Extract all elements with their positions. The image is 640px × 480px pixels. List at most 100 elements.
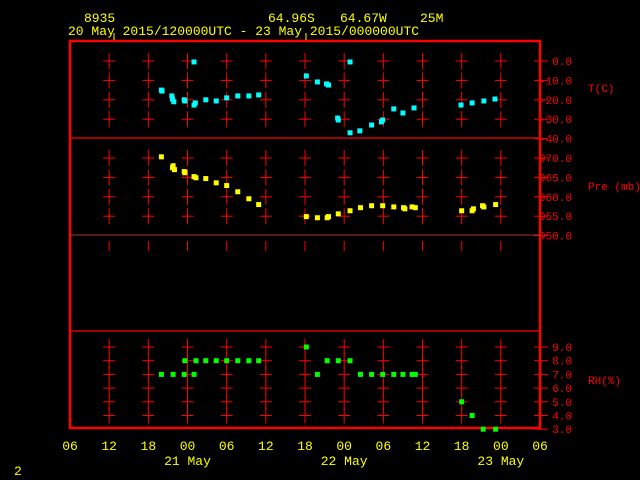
- pressure-tick-label: 955.0: [539, 212, 572, 224]
- rh-point: [224, 358, 230, 364]
- temperature-tick-label: -10.0: [539, 76, 572, 88]
- rh-point: [256, 358, 262, 364]
- pressure-tick-label: 950.0: [539, 232, 572, 244]
- pressure-point: [158, 154, 164, 160]
- temperature-point: [171, 99, 177, 105]
- rh-point: [158, 371, 164, 377]
- pressure-point: [335, 211, 341, 217]
- temperature-point: [391, 106, 397, 112]
- temperature-point: [347, 59, 353, 65]
- rh-tick-label: 4.0: [552, 412, 572, 424]
- date-label: 22 May: [321, 454, 368, 469]
- x-tick-label: 06: [219, 439, 235, 454]
- temperature-point: [469, 100, 475, 106]
- rh-point: [213, 358, 219, 364]
- temperature-axis-label: T(C): [588, 84, 614, 96]
- x-tick-label: 18: [454, 439, 470, 454]
- pressure-point: [369, 203, 375, 209]
- pressure-point: [303, 214, 309, 220]
- pressure-point: [391, 204, 397, 210]
- rh-point: [369, 371, 375, 377]
- rh-point: [391, 371, 397, 377]
- x-tick-label: 18: [297, 439, 313, 454]
- x-tick-label: 18: [141, 439, 157, 454]
- pressure-point: [193, 175, 199, 181]
- pressure-point: [481, 204, 487, 210]
- pressure-tick-label: 965.0: [539, 173, 572, 185]
- temperature-point: [314, 79, 320, 85]
- temperature-point: [357, 128, 363, 134]
- temperature-point: [369, 122, 375, 128]
- x-tick-label: 00: [336, 439, 352, 454]
- pressure-point: [380, 203, 386, 209]
- rh-point: [181, 371, 187, 377]
- pressure-point: [224, 183, 230, 189]
- x-tick-label: 06: [532, 439, 548, 454]
- temperature-point: [159, 88, 165, 94]
- rh-point: [412, 371, 418, 377]
- pressure-point: [213, 180, 219, 186]
- rh-tick-label: 7.0: [552, 370, 572, 382]
- temperature-point: [191, 59, 197, 65]
- pressure-point: [357, 205, 363, 211]
- rh-point: [459, 399, 465, 405]
- meteogram: 0.0 -10.0 -20.0 -30.0 -40.0 T(C) 970.0 965.0 960…: [62, 33, 640, 469]
- temperature-point: [411, 105, 417, 111]
- x-tick-label: 12: [258, 439, 274, 454]
- temperature-point: [224, 95, 230, 101]
- pressure-axis-label: Pre (mb): [588, 182, 640, 194]
- temperature-point: [492, 96, 498, 102]
- rh-point: [203, 358, 209, 364]
- pressure-point: [171, 167, 177, 173]
- rh-point: [380, 371, 386, 377]
- temperature-point: [256, 92, 262, 98]
- temperature-point: [203, 97, 209, 103]
- rh-tick-label: 6.0: [552, 384, 572, 396]
- rh-point: [324, 358, 330, 364]
- rh-tick-label: 9.0: [552, 343, 572, 355]
- x-tick-label: 06: [62, 439, 78, 454]
- pressure-point: [412, 205, 418, 211]
- date-label: 21 May: [164, 454, 211, 469]
- rh-axis-label: RH(%): [588, 376, 621, 388]
- pressure-point: [256, 202, 262, 208]
- temperature-point: [246, 93, 252, 99]
- pressure-point: [347, 208, 353, 214]
- temperature-point: [458, 102, 464, 108]
- rh-point: [357, 371, 363, 377]
- x-tick-label: 12: [101, 439, 117, 454]
- rh-point: [335, 358, 341, 364]
- rh-tick-label: 8.0: [552, 357, 572, 369]
- rh-tick-label: 5.0: [552, 398, 572, 410]
- rh-point: [314, 371, 320, 377]
- pressure-point: [470, 206, 476, 212]
- rh-point: [170, 371, 176, 377]
- rh-point: [303, 344, 309, 350]
- temperature-point: [481, 98, 487, 104]
- pressure-point: [459, 208, 465, 214]
- date-label: 23 May: [477, 454, 524, 469]
- pressure-tick-label: 970.0: [539, 154, 572, 166]
- rh-point: [480, 426, 486, 432]
- x-tick-label: 06: [376, 439, 392, 454]
- rh-point: [235, 358, 241, 364]
- x-tick-label: 12: [415, 439, 431, 454]
- pressure-point: [402, 206, 408, 212]
- pressure-point: [203, 176, 209, 182]
- rh-point: [191, 371, 197, 377]
- temperature-point: [213, 98, 219, 104]
- pressure-point: [182, 170, 188, 176]
- temperature-point: [182, 98, 188, 104]
- temperature-point: [235, 93, 241, 99]
- temperature-point: [380, 117, 386, 123]
- temperature-point: [192, 100, 198, 106]
- temperature-point: [335, 117, 341, 123]
- rh-point: [469, 413, 475, 418]
- temperature-point: [303, 73, 309, 79]
- rh-point: [182, 358, 188, 364]
- temperature-point: [347, 130, 353, 136]
- rh-point: [246, 358, 252, 364]
- rh-point: [493, 426, 499, 432]
- rh-point: [347, 358, 353, 364]
- pressure-point: [235, 189, 241, 195]
